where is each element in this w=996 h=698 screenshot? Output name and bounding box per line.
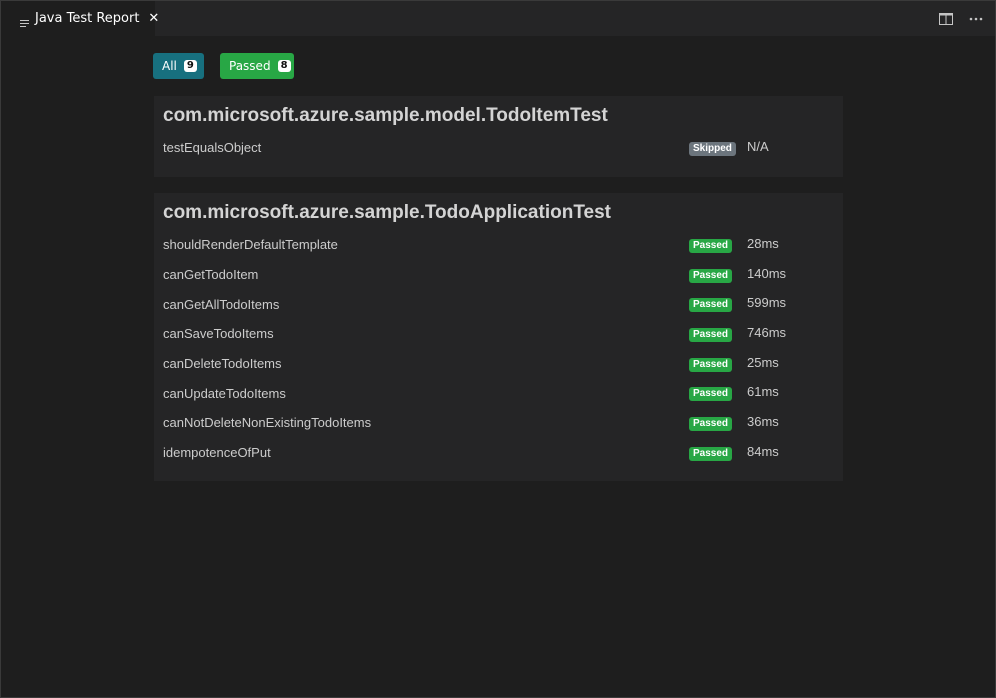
filter-passed-button[interactable]: Passed 8 [220, 53, 294, 79]
filter-all-label: All [162, 59, 177, 73]
test-duration: 599ms [747, 295, 787, 311]
filter-bar: All 9 Passed 8 [153, 53, 294, 79]
test-name: canUpdateTodoItems [163, 385, 286, 401]
report-content: All 9 Passed 8 com.microsoft.azure.sampl… [1, 36, 995, 697]
status-badge: Passed [689, 239, 733, 253]
editor-window: Java Test Report ✕ All 9 Passed 8 com.mi… [0, 0, 996, 698]
test-row: canUpdateTodoItems Passed 61ms [163, 378, 834, 408]
test-duration: 61ms [747, 384, 779, 400]
test-class-name: com.microsoft.azure.sample.TodoApplicati… [163, 202, 611, 223]
test-name: canGetTodoItem [163, 267, 259, 283]
test-row: shouldRenderDefaultTemplate Passed 28ms [163, 230, 834, 260]
test-class-card: com.microsoft.azure.sample.TodoApplicati… [154, 193, 843, 481]
test-duration: 36ms [747, 414, 779, 430]
test-row: canGetTodoItem Passed 140ms [163, 260, 834, 290]
test-class-name: com.microsoft.azure.sample.model.TodoIte… [163, 105, 608, 126]
status-badge: Passed [689, 298, 733, 313]
test-name: shouldRenderDefaultTemplate [163, 237, 338, 253]
status-badge: Passed [689, 417, 733, 432]
test-name: canNotDeleteNonExistingTodoItems [163, 415, 372, 431]
filter-passed-label: Passed [229, 59, 271, 73]
test-row: canDeleteTodoItems Passed 25ms [163, 349, 834, 379]
editor-actions [927, 1, 987, 36]
status-badge: Passed [689, 268, 733, 283]
test-row: testEqualsObject Skipped N/A [163, 133, 834, 163]
test-name: testEqualsObject [163, 140, 262, 156]
split-editor-icon[interactable] [935, 8, 957, 30]
test-row: canSaveTodoItems Passed 746ms [163, 319, 834, 349]
test-duration: 746ms [747, 325, 787, 341]
test-row: canNotDeleteNonExistingTodoItems Passed … [163, 408, 834, 438]
test-name: idempotenceOfPut [163, 445, 271, 461]
test-row: canGetAllTodoItems Passed 599ms [163, 289, 834, 319]
preview-lines-icon [20, 14, 29, 27]
test-name: canDeleteTodoItems [163, 356, 282, 372]
status-badge: Passed [689, 328, 733, 343]
filter-all-button[interactable]: All 9 [153, 53, 204, 79]
tab-java-test-report[interactable]: Java Test Report ✕ [1, 1, 159, 36]
status-badge: Skipped [689, 142, 736, 156]
test-duration: 140ms [747, 265, 787, 281]
filter-passed-count: 8 [277, 60, 291, 72]
status-badge: Passed [689, 446, 733, 461]
test-class-card: com.microsoft.azure.sample.model.TodoIte… [154, 96, 843, 177]
filter-all-count: 9 [183, 60, 197, 72]
status-badge: Passed [689, 387, 733, 402]
test-duration: 28ms [747, 236, 779, 251]
test-row: idempotenceOfPut Passed 84ms [163, 438, 834, 468]
test-duration: 84ms [747, 443, 779, 459]
test-duration: 25ms [747, 354, 779, 370]
close-icon[interactable]: ✕ [148, 11, 159, 26]
more-actions-icon[interactable] [965, 8, 987, 30]
tab-title: Java Test Report [35, 11, 140, 26]
test-name: canGetAllTodoItems [163, 296, 280, 312]
status-badge: Passed [689, 357, 733, 372]
test-name: canSaveTodoItems [163, 326, 274, 342]
tab-bar: Java Test Report ✕ [1, 1, 995, 36]
test-duration: N/A [747, 139, 769, 154]
